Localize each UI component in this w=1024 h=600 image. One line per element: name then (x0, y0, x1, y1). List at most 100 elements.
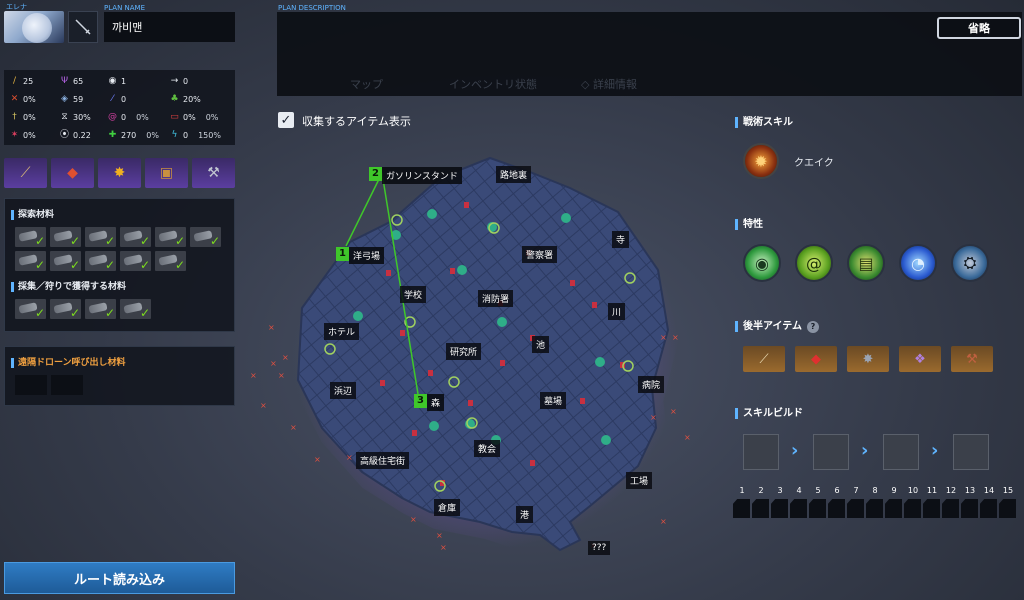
skill-build-title: スキルビルド (735, 404, 803, 419)
equip-weapon[interactable]: ⟋ (4, 158, 47, 188)
skill-level-slot[interactable] (999, 499, 1016, 518)
material-item[interactable] (190, 227, 221, 248)
trait-icon-1[interactable]: ◉ (743, 244, 781, 282)
material-item[interactable] (85, 251, 116, 272)
late-item-2[interactable]: ◆ (795, 346, 837, 372)
stat-defense: ◈ 59 (61, 94, 84, 105)
location-uptown[interactable]: 高級住宅街 (356, 452, 410, 469)
build-slot-3[interactable] (883, 434, 919, 470)
location-school[interactable]: 学校 (400, 286, 427, 303)
equip-head[interactable]: ✸ (98, 158, 141, 188)
skill-level-slot[interactable] (942, 499, 959, 518)
late-item-3[interactable]: ✸ (847, 346, 889, 372)
skill-level-number: 7 (853, 486, 859, 495)
location-alley[interactable]: 路地裏 (496, 166, 532, 183)
drone-slot[interactable] (51, 375, 83, 395)
crossed-swords-icon: ✕ (10, 94, 19, 104)
weapon-slot[interactable] (68, 11, 98, 43)
quake-skill-icon[interactable]: ✹ (743, 143, 779, 179)
load-route-button[interactable]: ルート読み込み (4, 562, 235, 594)
skill-level-slot[interactable] (733, 499, 750, 518)
skill-level-slot[interactable] (885, 499, 902, 518)
skill-level-slot[interactable] (828, 499, 845, 518)
material-item[interactable] (155, 251, 186, 272)
location-police[interactable]: 警察署 (522, 246, 558, 263)
material-item[interactable] (120, 251, 151, 272)
character-portrait[interactable] (4, 11, 64, 43)
trait-icon-2[interactable]: @ (795, 244, 833, 282)
equip-arm[interactable]: ▣ (145, 158, 188, 188)
route-pin-2[interactable]: 2 (369, 167, 382, 181)
late-item-1[interactable]: ⟋ (743, 346, 785, 372)
location-beach[interactable]: 浜辺 (330, 382, 357, 399)
location-temple[interactable]: 寺 (612, 231, 630, 248)
drone-slot[interactable] (15, 375, 47, 395)
location-cemetery[interactable]: 墓場 (540, 392, 567, 409)
location-factory[interactable]: 工場 (626, 472, 653, 489)
stat-speed: ⦿ 0.22 (60, 130, 91, 141)
location-church[interactable]: 教会 (474, 440, 501, 457)
location-lab[interactable]: 研究所 (446, 343, 482, 360)
abbreviate-button[interactable]: 省略 (937, 17, 1021, 39)
material-item[interactable] (15, 251, 46, 272)
skill-level-slot[interactable] (866, 499, 883, 518)
stat-crit-damage: † 0% (10, 113, 35, 123)
location-hotel[interactable]: ホテル (324, 323, 360, 340)
material-item[interactable] (120, 299, 151, 320)
skill-level-number: 5 (815, 486, 821, 495)
skill-level-slot[interactable] (790, 499, 807, 518)
location-unknown[interactable]: ??? (588, 541, 611, 555)
skill-level-slot[interactable] (904, 499, 921, 518)
route-pin-1[interactable]: 1 (336, 247, 349, 261)
skill-level-slot[interactable] (847, 499, 864, 518)
skill-level-slot[interactable] (923, 499, 940, 518)
skill-level-slot[interactable] (771, 499, 788, 518)
material-item[interactable] (50, 251, 81, 272)
trait-icon-5[interactable]: ⛭ (951, 244, 989, 282)
svg-text:×: × (268, 323, 275, 332)
skill-level-slot[interactable] (809, 499, 826, 518)
boots-icon: ⚒ (966, 351, 978, 367)
location-hospital[interactable]: 病院 (638, 376, 665, 393)
material-item[interactable] (85, 227, 116, 248)
plan-name-input[interactable] (104, 12, 235, 42)
material-item[interactable] (50, 227, 81, 248)
location-fire-station[interactable]: 消防署 (478, 290, 514, 307)
material-item[interactable] (120, 227, 151, 248)
build-slot-1[interactable] (743, 434, 779, 470)
help-icon[interactable]: ? (807, 321, 819, 333)
show-items-checkbox[interactable]: ✓ (278, 112, 294, 128)
trait-icon-3[interactable]: ▤ (847, 244, 885, 282)
location-warehouse[interactable]: 倉庫 (434, 499, 461, 516)
location-river[interactable]: 川 (608, 303, 626, 320)
skill-level-slot[interactable] (980, 499, 997, 518)
material-item[interactable] (15, 227, 46, 248)
route-pin-3[interactable]: 3 (414, 394, 427, 408)
location-harbor[interactable]: 港 (516, 506, 534, 523)
stat-crit: ✕ 0% (10, 94, 36, 105)
late-item-5[interactable]: ⚒ (951, 346, 993, 372)
chevron-right-icon: › (861, 440, 869, 461)
traits-title: 特性 (735, 215, 763, 230)
skill-level-number: 10 (907, 486, 919, 495)
skill-level-slot[interactable] (752, 499, 769, 518)
stat-hp: ✚ 270 0% (108, 130, 159, 141)
equip-chest[interactable]: ◆ (51, 158, 94, 188)
trait-icon-4[interactable]: ◔ (899, 244, 937, 282)
svg-text:×: × (660, 517, 667, 526)
late-item-4[interactable]: ❖ (899, 346, 941, 372)
boot-icon: ⦿ (60, 130, 70, 140)
rapier-icon: ⟋ (20, 165, 31, 181)
material-item[interactable] (85, 299, 116, 320)
map-area[interactable]: ×××× ×××× ×××× ×××× ××× 2 ガソリンスタンド 1 洋弓場… (240, 130, 720, 570)
build-slot-4[interactable] (953, 434, 989, 470)
svg-text:×: × (314, 455, 321, 464)
equip-leg[interactable]: ⚒ (192, 158, 235, 188)
location-pond[interactable]: 池 (532, 336, 550, 353)
material-item[interactable] (155, 227, 186, 248)
plan-name-label: PLAN NAME (104, 4, 146, 12)
build-slot-2[interactable] (813, 434, 849, 470)
material-item[interactable] (50, 299, 81, 320)
skill-level-slot[interactable] (961, 499, 978, 518)
material-item[interactable] (15, 299, 46, 320)
